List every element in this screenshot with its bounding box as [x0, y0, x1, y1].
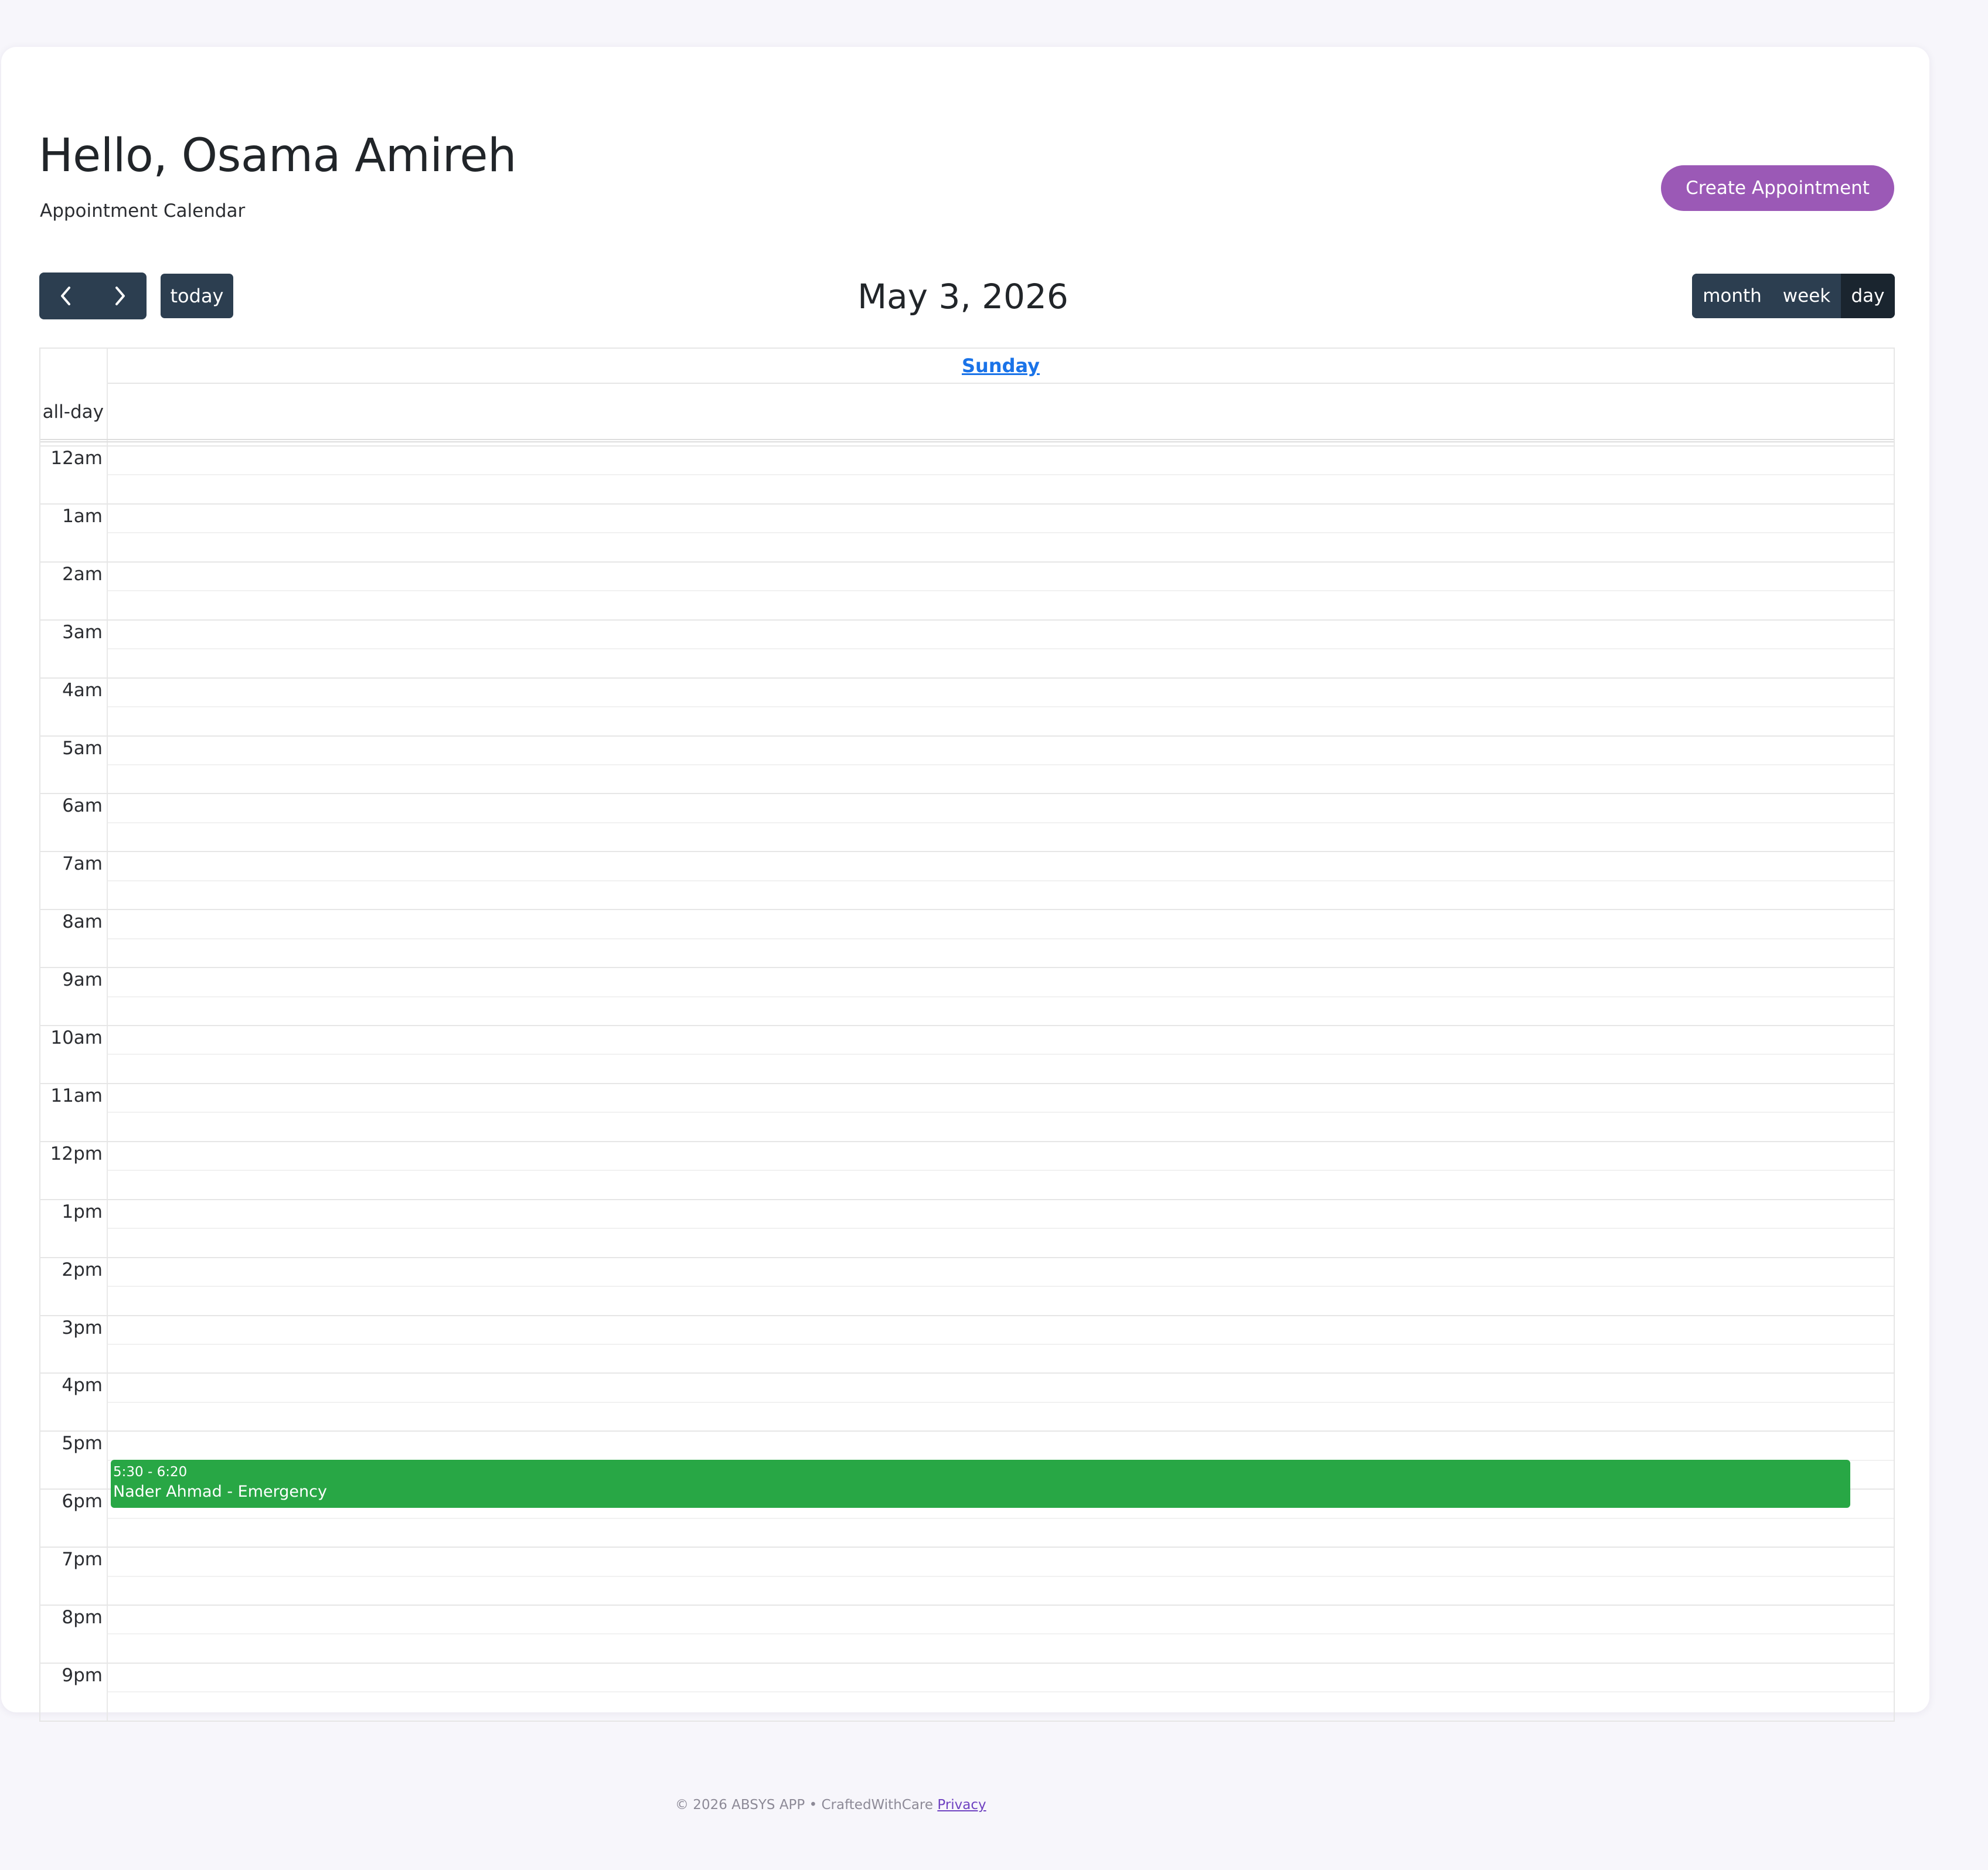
hour-label: 9am: [62, 969, 103, 991]
calendar-card: Hello, Osama Amireh Appointment Calendar…: [1, 47, 1929, 1722]
event-title: Nader Ahmad - Emergency: [113, 1482, 327, 1501]
day-calendar: Sunday all-day 12am 1am 2am 3am 4am 5am 6am 7am…: [39, 348, 1895, 1722]
hour-label: 2am: [62, 563, 103, 585]
hour-line: [40, 677, 1894, 679]
half-hour-line: [108, 474, 1894, 476]
hour-line: [40, 1662, 1894, 1664]
half-hour-line: [108, 1633, 1894, 1635]
half-hour-line: [108, 764, 1894, 765]
hour-line: [40, 619, 1894, 621]
hour-label: 7pm: [62, 1549, 103, 1571]
half-hour-line: [108, 1517, 1894, 1519]
day-column-header: Sunday: [108, 349, 1894, 384]
hour-label: 8pm: [62, 1607, 103, 1628]
chevron-left-icon: [60, 287, 70, 305]
hour-line: [40, 1140, 1894, 1142]
hour-label: 11am: [50, 1085, 103, 1106]
half-hour-line: [108, 1054, 1894, 1055]
hour-label: 5am: [62, 737, 103, 759]
hour-label: 6am: [62, 795, 103, 817]
view-month-button[interactable]: month: [1692, 274, 1772, 318]
half-hour-line: [108, 1228, 1894, 1229]
hour-line: [40, 793, 1894, 795]
footer: © 2026 ABSYS APP • CraftedWithCare Priva…: [675, 1797, 986, 1813]
page-subtitle: Appointment Calendar: [40, 200, 246, 222]
hour-label: 1pm: [62, 1201, 103, 1222]
hour-label: 8am: [62, 911, 103, 933]
hour-label: 3pm: [62, 1317, 103, 1338]
hour-label: 5pm: [62, 1433, 103, 1455]
half-hour-line: [108, 1286, 1894, 1287]
hour-label: 10am: [50, 1027, 103, 1048]
hour-line: [40, 445, 1894, 447]
calendar-nav-group: [39, 273, 147, 319]
all-day-label: all-day: [42, 401, 104, 423]
hour-label: 6pm: [62, 1491, 103, 1513]
footer-text: © 2026 ABSYS APP • CraftedWithCare: [675, 1797, 934, 1813]
next-button[interactable]: [93, 273, 147, 319]
hour-line: [40, 1082, 1894, 1084]
hour-line: [40, 1256, 1894, 1258]
hour-line: [40, 503, 1894, 505]
half-hour-line: [108, 1343, 1894, 1345]
half-hour-line: [108, 648, 1894, 650]
hour-label: 12pm: [50, 1143, 103, 1164]
chevron-right-icon: [115, 287, 125, 305]
hour-label: 7am: [62, 853, 103, 875]
hour-line: [40, 561, 1894, 563]
day-header-link[interactable]: Sunday: [962, 355, 1040, 377]
half-hour-line: [108, 1401, 1894, 1403]
half-hour-line: [108, 1691, 1894, 1693]
hour-line: [40, 1372, 1894, 1374]
half-hour-line: [108, 996, 1894, 997]
hour-line: [40, 1547, 1894, 1548]
half-hour-line: [108, 880, 1894, 881]
privacy-link[interactable]: Privacy: [937, 1797, 986, 1813]
hour-label: 9pm: [62, 1664, 103, 1686]
half-hour-line: [108, 590, 1894, 592]
half-hour-line: [108, 1575, 1894, 1577]
hour-line: [40, 1605, 1894, 1606]
half-hour-line: [108, 1170, 1894, 1171]
half-hour-line: [108, 706, 1894, 708]
hour-line: [40, 909, 1894, 911]
page-title: Hello, Osama Amireh: [39, 130, 516, 182]
half-hour-line: [108, 938, 1894, 939]
hour-line: [40, 1198, 1894, 1200]
view-switcher: month week day: [1692, 274, 1895, 318]
event-time: 5:30 - 6:20: [113, 1464, 188, 1480]
hour-line: [40, 851, 1894, 853]
calendar-date-title: May 3, 2026: [857, 277, 1068, 316]
view-week-button[interactable]: week: [1772, 274, 1841, 318]
hour-line: [40, 1430, 1894, 1432]
time-grid[interactable]: 12am 1am 2am 3am 4am 5am 6am 7am 8am 9am 10am 11am 1…: [40, 445, 1894, 1721]
half-hour-line: [108, 532, 1894, 534]
calendar-event[interactable]: 5:30 - 6:20 Nader Ahmad - Emergency: [111, 1459, 1850, 1508]
hour-line: [40, 1720, 1894, 1721]
hour-line: [40, 1314, 1894, 1316]
hour-label: 12am: [50, 448, 103, 469]
hour-label: 4pm: [62, 1375, 103, 1396]
hour-label: 4am: [62, 679, 103, 701]
half-hour-line: [108, 822, 1894, 823]
hour-label: 3am: [62, 621, 103, 643]
hour-label: 2pm: [62, 1259, 103, 1280]
today-button[interactable]: today: [161, 274, 233, 318]
hour-label: 1am: [62, 505, 103, 527]
half-hour-line: [108, 1112, 1894, 1113]
all-day-row[interactable]: all-day: [40, 384, 1894, 442]
hour-line: [40, 967, 1894, 969]
create-appointment-button[interactable]: Create Appointment: [1661, 165, 1894, 211]
hour-line: [40, 1025, 1894, 1026]
view-day-button[interactable]: day: [1841, 274, 1895, 318]
prev-button[interactable]: [39, 273, 93, 319]
hour-line: [40, 735, 1894, 737]
